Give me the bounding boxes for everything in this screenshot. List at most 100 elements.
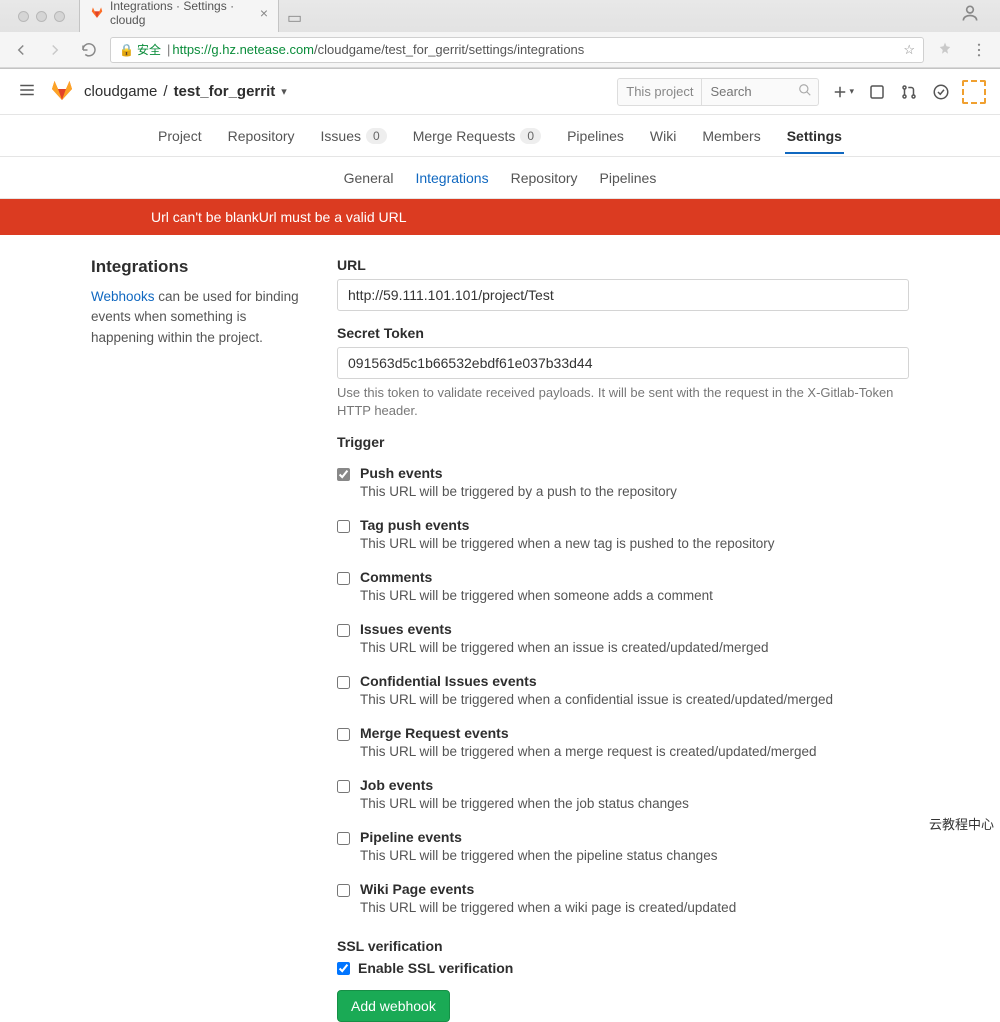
reload-button[interactable] bbox=[76, 37, 102, 63]
url-input[interactable] bbox=[337, 279, 909, 311]
trigger-checkbox[interactable] bbox=[337, 468, 350, 481]
ssl-checkbox-label: Enable SSL verification bbox=[358, 960, 513, 976]
badge: 0 bbox=[520, 128, 541, 144]
subtab-repository[interactable]: Repository bbox=[511, 170, 578, 186]
trigger-row: Comments This URL will be triggered when … bbox=[337, 560, 909, 612]
ssl-checkbox[interactable] bbox=[337, 962, 350, 975]
browser-tab[interactable]: Integrations · Settings · cloudg × bbox=[79, 0, 279, 32]
trigger-checkbox[interactable] bbox=[337, 728, 350, 741]
search-box[interactable]: This project bbox=[617, 78, 819, 106]
trigger-checkbox[interactable] bbox=[337, 884, 350, 897]
trigger-title: Push events bbox=[360, 465, 677, 481]
breadcrumb: cloudgame / test_for_gerrit ▾ bbox=[84, 83, 287, 100]
settings-subnav: General Integrations Repository Pipelines bbox=[0, 157, 1000, 199]
trigger-title: Pipeline events bbox=[360, 829, 717, 845]
trigger-label: Trigger bbox=[337, 434, 909, 450]
trigger-title: Wiki Page events bbox=[360, 881, 736, 897]
nav-tab-wiki[interactable]: Wiki bbox=[648, 118, 678, 154]
address-bar: 🔒 安全 | https://g.hz.netease.com/cloudgam… bbox=[0, 32, 1000, 68]
ssl-label: SSL verification bbox=[337, 938, 909, 954]
token-input[interactable] bbox=[337, 347, 909, 379]
window-controls bbox=[8, 0, 75, 32]
trigger-row: Push events This URL will be triggered by… bbox=[337, 456, 909, 508]
sidebar-description: Integrations Webhooks can be used for bi… bbox=[91, 257, 301, 1022]
namespace-link[interactable]: cloudgame bbox=[84, 83, 157, 100]
tab-bar: Integrations · Settings · cloudg × ▭ bbox=[0, 0, 1000, 32]
trigger-row: Pipeline events This URL will be triggere… bbox=[337, 820, 909, 872]
main-content: Integrations Webhooks can be used for bi… bbox=[75, 257, 925, 1022]
url-host: g.hz.netease.com bbox=[211, 42, 314, 57]
maximize-window-dot[interactable] bbox=[54, 11, 65, 22]
webhooks-link[interactable]: Webhooks bbox=[91, 289, 155, 304]
trigger-desc: This URL will be triggered when the pipe… bbox=[360, 848, 717, 863]
project-nav: Project Repository Issues0 Merge Requests0 P… bbox=[0, 115, 1000, 157]
trigger-checkbox[interactable] bbox=[337, 832, 350, 845]
subtab-pipelines[interactable]: Pipelines bbox=[600, 170, 657, 186]
search-icon[interactable] bbox=[792, 83, 818, 100]
forward-button[interactable] bbox=[42, 37, 68, 63]
project-link[interactable]: test_for_gerrit bbox=[174, 83, 276, 100]
nav-tab-merge-requests[interactable]: Merge Requests0 bbox=[411, 118, 543, 154]
subtab-integrations[interactable]: Integrations bbox=[415, 170, 488, 186]
user-avatar[interactable] bbox=[962, 80, 986, 104]
subtab-general[interactable]: General bbox=[344, 170, 394, 186]
search-scope[interactable]: This project bbox=[618, 79, 702, 105]
trigger-row: Issues events This URL will be triggered … bbox=[337, 612, 909, 664]
plus-icon[interactable]: ▾ bbox=[829, 81, 856, 103]
trigger-checkbox[interactable] bbox=[337, 780, 350, 793]
trigger-row: Job eventsThis URL will be triggered whe… bbox=[337, 768, 909, 820]
trigger-title: Comments bbox=[360, 569, 713, 585]
url-protocol: https:// bbox=[172, 42, 211, 57]
hamburger-icon[interactable] bbox=[14, 77, 40, 106]
chevron-down-icon[interactable]: ▾ bbox=[281, 85, 287, 98]
trigger-row: Merge Request events This URL will be tri… bbox=[337, 716, 909, 768]
nav-tab-project[interactable]: Project bbox=[156, 118, 204, 154]
trigger-desc: This URL will be triggered when a new ta… bbox=[360, 536, 774, 551]
bookmark-star-icon[interactable]: ☆ bbox=[903, 42, 915, 58]
trigger-title: Issues events bbox=[360, 621, 768, 637]
token-label: Secret Token bbox=[337, 325, 909, 341]
tab-title: Integrations · Settings · cloudg bbox=[110, 0, 254, 27]
nav-tab-members[interactable]: Members bbox=[700, 118, 762, 154]
merge-requests-icon[interactable] bbox=[898, 81, 920, 103]
search-input[interactable] bbox=[702, 84, 792, 99]
extension-icon[interactable] bbox=[932, 37, 958, 63]
error-alert: Url can't be blankUrl must be a valid UR… bbox=[0, 199, 1000, 235]
trigger-title: Merge Request events bbox=[360, 725, 817, 741]
trigger-checkbox[interactable] bbox=[337, 676, 350, 689]
badge: 0 bbox=[366, 128, 387, 144]
close-window-dot[interactable] bbox=[18, 11, 29, 22]
url-bar[interactable]: 🔒 安全 | https://g.hz.netease.com/cloudgam… bbox=[110, 37, 924, 63]
trigger-checkbox[interactable] bbox=[337, 572, 350, 585]
add-webhook-button[interactable]: Add webhook bbox=[337, 990, 450, 1022]
trigger-desc: This URL will be triggered when a wiki p… bbox=[360, 900, 736, 915]
trigger-checkbox[interactable] bbox=[337, 520, 350, 533]
nav-tab-settings[interactable]: Settings bbox=[785, 118, 844, 154]
new-tab-button[interactable]: ▭ bbox=[279, 4, 310, 32]
close-tab-icon[interactable]: × bbox=[260, 5, 268, 21]
minimize-window-dot[interactable] bbox=[36, 11, 47, 22]
nav-tab-repository[interactable]: Repository bbox=[226, 118, 297, 154]
chrome-account-icon[interactable] bbox=[954, 0, 986, 32]
trigger-desc: This URL will be triggered when an issue… bbox=[360, 640, 768, 655]
trigger-checkbox[interactable] bbox=[337, 624, 350, 637]
token-help: Use this token to validate received payl… bbox=[337, 384, 909, 420]
integrations-heading: Integrations bbox=[91, 257, 301, 277]
back-button[interactable] bbox=[8, 37, 34, 63]
trigger-desc: This URL will be triggered when someone … bbox=[360, 588, 713, 603]
issues-icon[interactable] bbox=[866, 81, 888, 103]
trigger-row: Tag push events This URL will be triggere… bbox=[337, 508, 909, 560]
todos-icon[interactable] bbox=[930, 81, 952, 103]
trigger-desc: This URL will be triggered when a merge … bbox=[360, 744, 817, 759]
trigger-title: Tag push events bbox=[360, 517, 774, 533]
chrome-menu-icon[interactable] bbox=[966, 37, 992, 63]
watermark: 云教程中心 bbox=[929, 814, 994, 833]
error-text: Url can't be blankUrl must be a valid UR… bbox=[75, 209, 925, 225]
gitlab-header: cloudgame / test_for_gerrit ▾ This proje… bbox=[0, 69, 1000, 115]
gitlab-logo-icon[interactable] bbox=[50, 78, 74, 105]
nav-tab-issues[interactable]: Issues0 bbox=[319, 118, 389, 154]
nav-tab-pipelines[interactable]: Pipelines bbox=[565, 118, 626, 154]
trigger-desc: This URL will be triggered when a confid… bbox=[360, 692, 833, 707]
trigger-desc: This URL will be triggered when the job … bbox=[360, 796, 689, 811]
trigger-desc: This URL will be triggered by a push to … bbox=[360, 484, 677, 499]
